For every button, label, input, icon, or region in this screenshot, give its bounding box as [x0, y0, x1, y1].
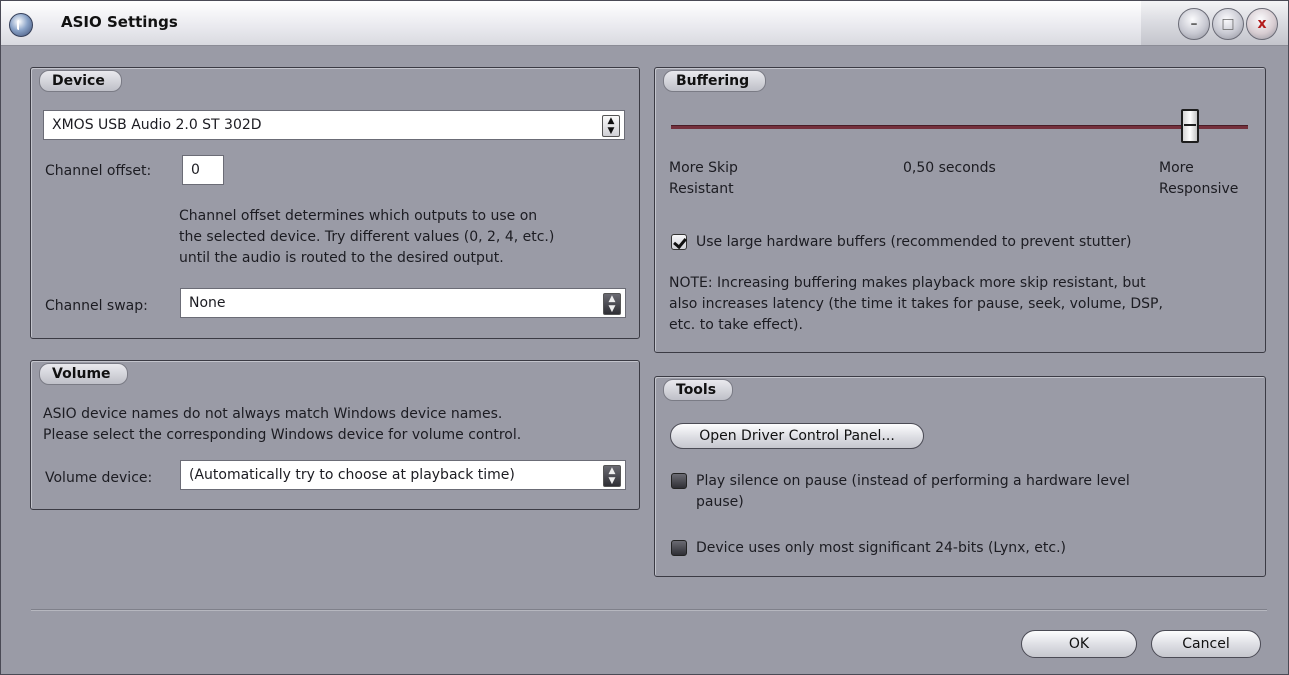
- channel-offset-input[interactable]: 0: [182, 155, 224, 185]
- app-icon[interactable]: [9, 13, 33, 37]
- volume-desc-line1: ASIO device names do not always match Wi…: [43, 406, 503, 422]
- open-driver-control-panel-button[interactable]: Open Driver Control Panel...: [670, 423, 924, 449]
- buffer-size-value: 0,50 seconds: [903, 160, 996, 176]
- play-silence-label-line2[interactable]: pause): [696, 492, 744, 512]
- slider-left-label-line2: Resistant: [669, 181, 734, 197]
- buffering-note-line1: NOTE: Increasing buffering makes playbac…: [669, 275, 1146, 291]
- play-silence-label-line1[interactable]: Play silence on pause (instead of perfor…: [696, 471, 1130, 491]
- buffering-group-label: Buffering: [663, 70, 767, 92]
- channel-offset-label: Channel offset:: [45, 163, 152, 179]
- channel-offset-help-line1: Channel offset determines which outputs …: [179, 208, 538, 224]
- buffering-note-line2: also increases latency (the time it take…: [669, 296, 1163, 312]
- buffering-slider-thumb[interactable]: [1181, 109, 1199, 143]
- close-button[interactable]: x: [1246, 8, 1278, 40]
- volume-group-label: Volume: [39, 363, 128, 385]
- channel-swap-value: None: [189, 295, 226, 311]
- msb24-checkbox[interactable]: [671, 540, 687, 556]
- buffering-note-line3: etc. to take effect).: [669, 317, 803, 333]
- volume-device-spinner-icon[interactable]: ▲ ▼: [603, 465, 621, 487]
- channel-swap-label: Channel swap:: [45, 298, 148, 314]
- asio-settings-window: ASIO Settings – □ x Device XMOS USB Audi…: [0, 0, 1289, 675]
- buffering-slider-track[interactable]: [671, 125, 1248, 129]
- device-select-spinner-icon[interactable]: ▲ ▼: [602, 115, 620, 137]
- maximize-button[interactable]: □: [1212, 8, 1244, 40]
- volume-device-value: (Automatically try to choose at playback…: [189, 467, 515, 483]
- channel-offset-help-line3: until the audio is routed to the desired…: [179, 250, 504, 266]
- msb24-label[interactable]: Device uses only most significant 24-bit…: [696, 538, 1066, 558]
- channel-offset-help-line2: the selected device. Try different value…: [179, 229, 555, 245]
- slider-right-label-line2: Responsive: [1159, 181, 1239, 197]
- volume-device-label: Volume device:: [45, 470, 153, 486]
- channel-swap-select[interactable]: None ▲ ▼: [180, 288, 626, 318]
- volume-device-select[interactable]: (Automatically try to choose at playback…: [180, 460, 626, 490]
- minimize-button[interactable]: –: [1178, 8, 1210, 40]
- device-group-label: Device: [39, 70, 122, 92]
- large-buffers-label[interactable]: Use large hardware buffers (recommended …: [696, 232, 1131, 252]
- large-buffers-checkbox[interactable]: [671, 234, 687, 250]
- window-controls: – □ x: [1178, 8, 1278, 40]
- window-title: ASIO Settings: [61, 13, 178, 31]
- channel-swap-spinner-icon[interactable]: ▲ ▼: [603, 293, 621, 315]
- title-bar[interactable]: ASIO Settings – □ x: [1, 1, 1288, 46]
- device-select[interactable]: XMOS USB Audio 2.0 ST 302D ▲ ▼: [43, 110, 625, 140]
- ok-button[interactable]: OK: [1021, 630, 1137, 658]
- cancel-button[interactable]: Cancel: [1151, 630, 1261, 658]
- footer-separator: [31, 609, 1267, 611]
- slider-left-label-line1: More Skip: [669, 160, 738, 176]
- slider-right-label-line1: More: [1159, 160, 1194, 176]
- tools-group-label: Tools: [663, 379, 734, 401]
- play-silence-checkbox[interactable]: [671, 473, 687, 489]
- device-select-value: XMOS USB Audio 2.0 ST 302D: [52, 117, 262, 133]
- volume-desc-line2: Please select the corresponding Windows …: [43, 427, 522, 443]
